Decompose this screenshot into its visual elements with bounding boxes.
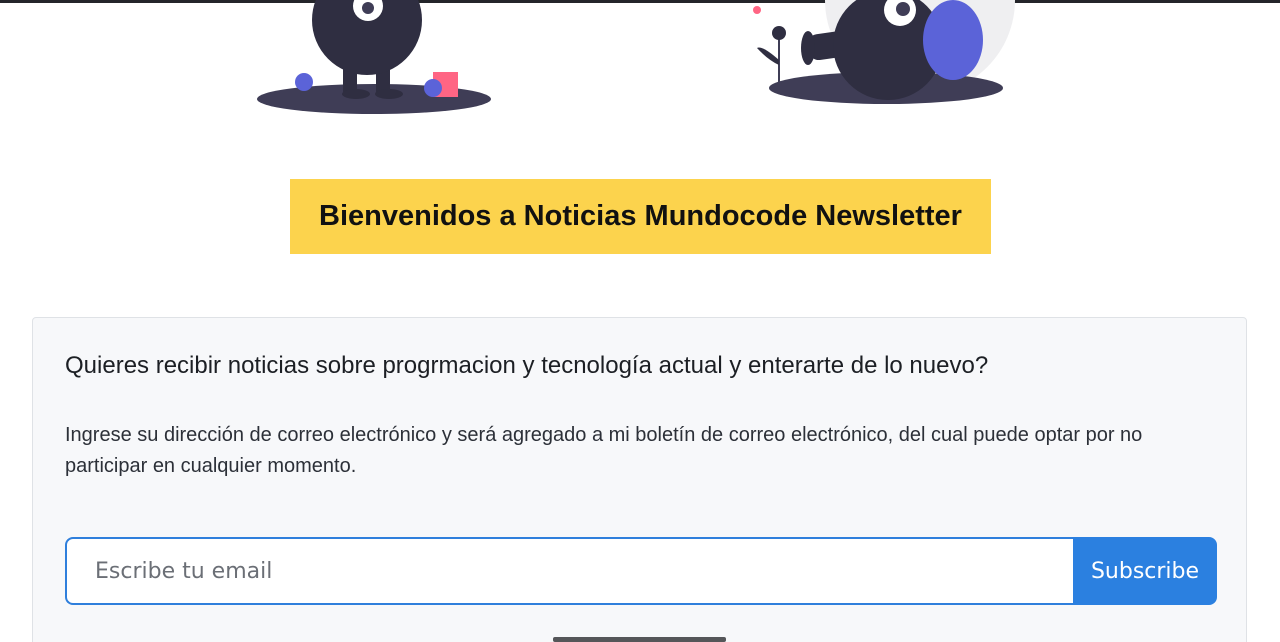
scroll-indicator[interactable] xyxy=(553,637,726,642)
subscribe-button[interactable]: Subscribe xyxy=(1073,537,1217,605)
blue-ball-small xyxy=(424,79,442,97)
email-input[interactable] xyxy=(65,537,1073,605)
monster-character-lying-illustration xyxy=(753,0,1015,104)
monster-foot xyxy=(801,31,815,65)
subscribe-form: Subscribe xyxy=(65,537,1217,605)
top-border xyxy=(0,0,1280,3)
monster-character-illustration xyxy=(257,0,491,114)
monster-pupil xyxy=(896,2,910,16)
blue-blob xyxy=(923,0,983,80)
title-banner: Bienvenidos a Noticias Mundocode Newslet… xyxy=(290,179,991,254)
newsletter-card: Quieres recibir noticias sobre progrmaci… xyxy=(32,317,1247,642)
plant-bud xyxy=(772,26,786,40)
monster-pupil xyxy=(362,2,374,14)
page-title: Bienvenidos a Noticias Mundocode Newslet… xyxy=(319,200,962,232)
blue-ball xyxy=(295,73,313,91)
foot-left xyxy=(342,89,370,99)
newsletter-description: Ingrese su dirección de correo electróni… xyxy=(65,424,1143,477)
pink-dot xyxy=(753,6,761,14)
newsletter-question: Quieres recibir noticias sobre progrmaci… xyxy=(65,352,989,379)
foot-right xyxy=(375,89,403,99)
plant-leaf xyxy=(757,47,779,65)
page: Bienvenidos a Noticias Mundocode Newslet… xyxy=(0,0,1280,642)
